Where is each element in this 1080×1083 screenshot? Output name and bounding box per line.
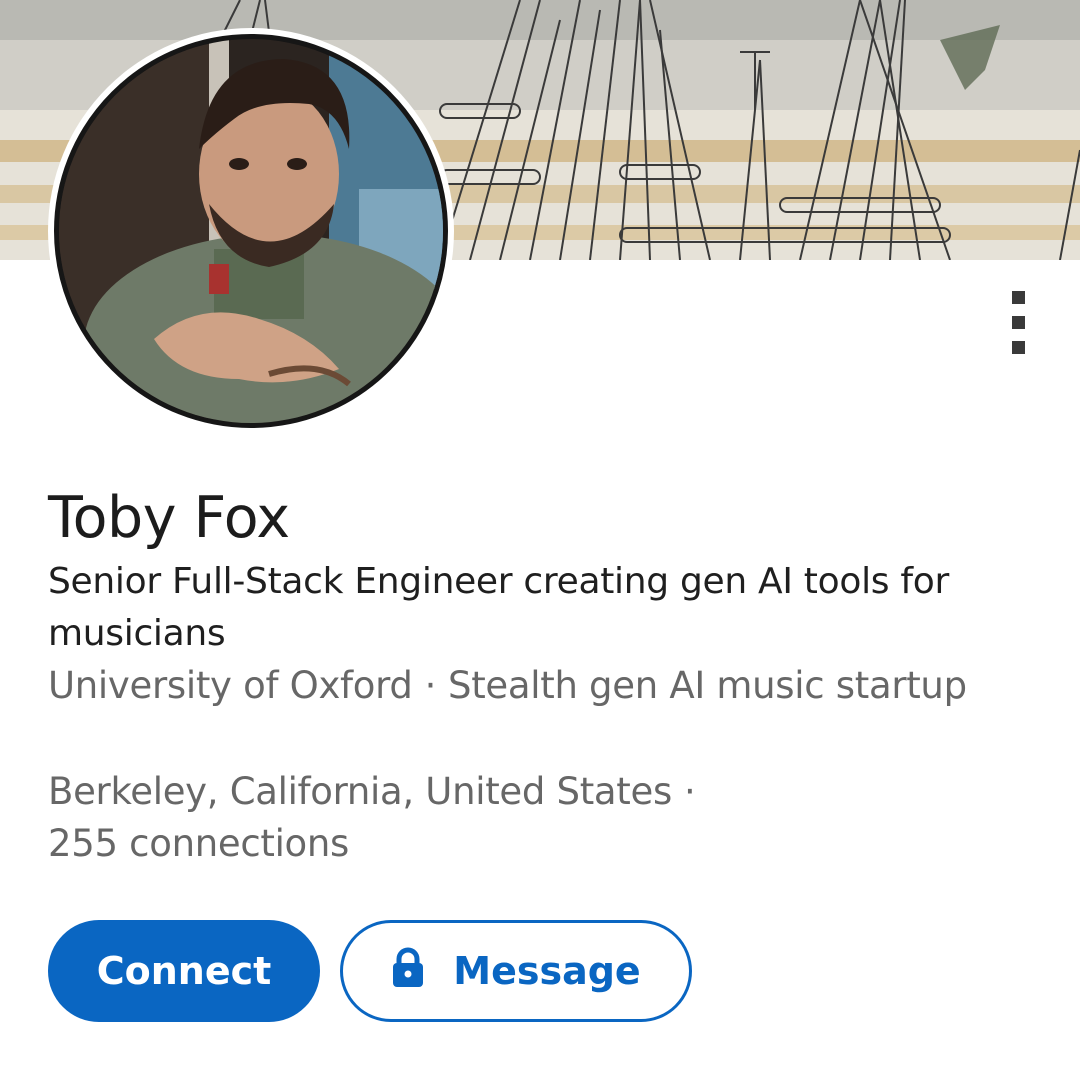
profile-location-connections: Berkeley, California, United States · 255… — [48, 766, 1008, 870]
profile-name: Toby Fox — [48, 485, 290, 551]
profile-headline: Senior Full-Stack Engineer creating gen … — [48, 561, 949, 654]
education-link[interactable]: University of Oxford — [48, 664, 413, 707]
message-button[interactable]: Message — [340, 920, 692, 1022]
separator-dot: · — [683, 770, 696, 813]
profile-photo-ring — [48, 28, 454, 434]
connections-link[interactable]: 255 connections — [48, 822, 349, 865]
lock-icon — [391, 947, 425, 996]
connect-button[interactable]: Connect — [48, 920, 320, 1022]
company-link[interactable]: Stealth gen AI music startup — [448, 664, 967, 707]
separator-dot: · — [424, 664, 437, 707]
more-options-button[interactable] — [990, 282, 1046, 362]
location-text: Berkeley, California, United States — [48, 770, 672, 813]
more-vertical-icon — [1011, 290, 1025, 304]
message-label: Message — [453, 949, 641, 993]
profile-education-company: University of Oxford · Stealth gen AI musi… — [48, 660, 1008, 712]
profile-photo[interactable] — [54, 34, 448, 428]
connect-label: Connect — [96, 949, 272, 993]
avatar-image — [59, 39, 443, 423]
